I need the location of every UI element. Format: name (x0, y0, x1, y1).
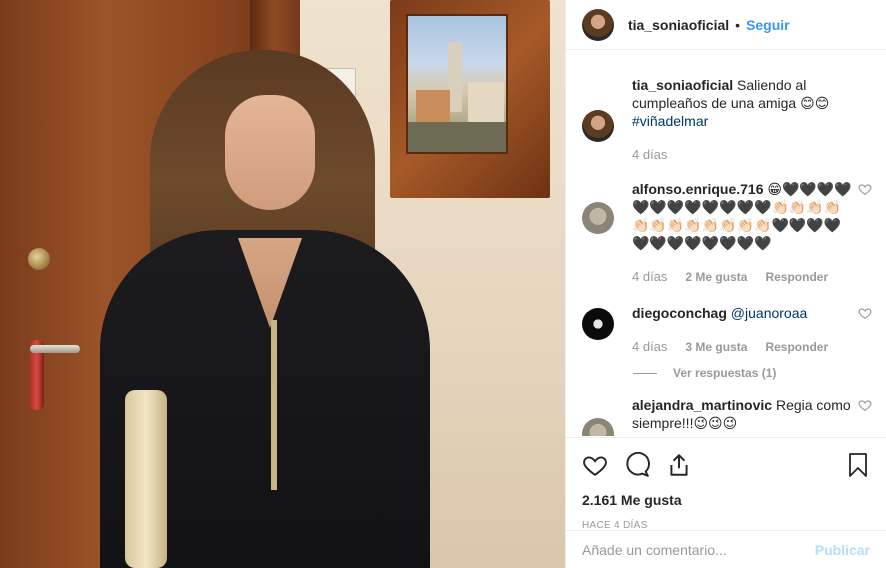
bookmark-icon[interactable] (846, 452, 870, 478)
door-knob (28, 248, 50, 270)
door-handle (30, 345, 80, 353)
comment-time[interactable]: 4 días (632, 268, 667, 286)
comment-meta: 4 días 3 Me gusta Responder (632, 338, 852, 356)
painting-tower (448, 42, 462, 112)
view-replies-label[interactable]: Ver respuestas (1) (673, 366, 776, 380)
painting-canvas (406, 14, 508, 154)
caption-body: tia_soniaoficial Saliendo al cumpleaños … (632, 76, 852, 164)
follow-button[interactable]: Seguir (746, 17, 790, 33)
header-username[interactable]: tia_soniaoficial (628, 17, 729, 33)
add-comment-bar: Publicar (566, 530, 886, 568)
reply-button[interactable]: Responder (765, 338, 828, 356)
list-item: alejandra_martinovic Regia como siempre!… (566, 396, 886, 436)
post-header: tia_soniaoficial • Seguir (566, 0, 886, 50)
comment-username[interactable]: alejandra_martinovic (632, 397, 772, 413)
comment-username[interactable]: alfonso.enrique.716 (632, 181, 763, 197)
comment-body: diegoconchag @juanoroaa 4 días 3 Me gust… (632, 304, 852, 356)
heart-outline-icon[interactable] (858, 306, 872, 320)
caption: tia_soniaoficial Saliendo al cumpleaños … (566, 76, 886, 164)
separator-dot: • (735, 16, 741, 33)
comments-list[interactable]: tia_soniaoficial Saliendo al cumpleaños … (566, 76, 886, 436)
avatar[interactable] (582, 418, 614, 436)
comment-icon[interactable] (624, 452, 650, 478)
comment-body: alejandra_martinovic Regia como siempre!… (632, 396, 852, 436)
comment-likes[interactable]: 3 Me gusta (685, 338, 747, 356)
heart-outline-icon[interactable] (858, 182, 872, 196)
comment-mention[interactable]: @juanoroaa (731, 305, 808, 321)
action-icons (582, 450, 870, 480)
likes-count[interactable]: 2.161 Me gusta (582, 492, 870, 508)
comment-username[interactable]: diegoconchag (632, 305, 727, 321)
post-actions: 2.161 Me gusta HACE 4 DÍAS (566, 437, 886, 531)
painting-street (408, 122, 506, 152)
caption-meta: 4 días (632, 146, 852, 164)
person-bag (125, 390, 167, 568)
comment-time[interactable]: 4 días (632, 338, 667, 356)
share-icon[interactable] (666, 452, 692, 478)
list-item: diegoconchag @juanoroaa 4 días 3 Me gust… (566, 304, 886, 356)
instagram-post-modal: tia_soniaoficial • Seguir tia_soniaofici… (0, 0, 886, 568)
dress-gold-trim (271, 320, 277, 490)
caption-hashtag[interactable]: #viñadelmar (632, 113, 708, 129)
comment-likes[interactable]: 2 Me gusta (685, 268, 747, 286)
avatar[interactable] (582, 308, 614, 340)
heart-outline-icon[interactable] (858, 398, 872, 412)
caption-username[interactable]: tia_soniaoficial (632, 77, 733, 93)
replies-line (633, 372, 657, 374)
view-replies[interactable]: Ver respuestas (1) (633, 366, 886, 380)
heart-icon[interactable] (582, 452, 608, 478)
person-face (225, 95, 315, 210)
avatar[interactable] (582, 8, 614, 41)
post-side-panel: tia_soniaoficial • Seguir tia_soniaofici… (565, 0, 886, 568)
list-item: alfonso.enrique.716 😁🖤🖤🖤🖤🖤🖤🖤🖤🖤🖤🖤🖤👏🏻👏🏻👏🏻👏… (566, 180, 886, 286)
avatar[interactable] (582, 110, 614, 142)
comment-meta: 4 días 2 Me gusta Responder (632, 268, 852, 286)
comment-input[interactable] (582, 541, 815, 558)
publish-button[interactable]: Publicar (815, 542, 870, 558)
framed-painting (390, 0, 550, 198)
comment-body: alfonso.enrique.716 😁🖤🖤🖤🖤🖤🖤🖤🖤🖤🖤🖤🖤👏🏻👏🏻👏🏻👏… (632, 180, 852, 286)
post-photo[interactable] (0, 0, 565, 568)
reply-button[interactable]: Responder (765, 268, 828, 286)
caption-time[interactable]: 4 días (632, 146, 667, 164)
avatar[interactable] (582, 202, 614, 234)
